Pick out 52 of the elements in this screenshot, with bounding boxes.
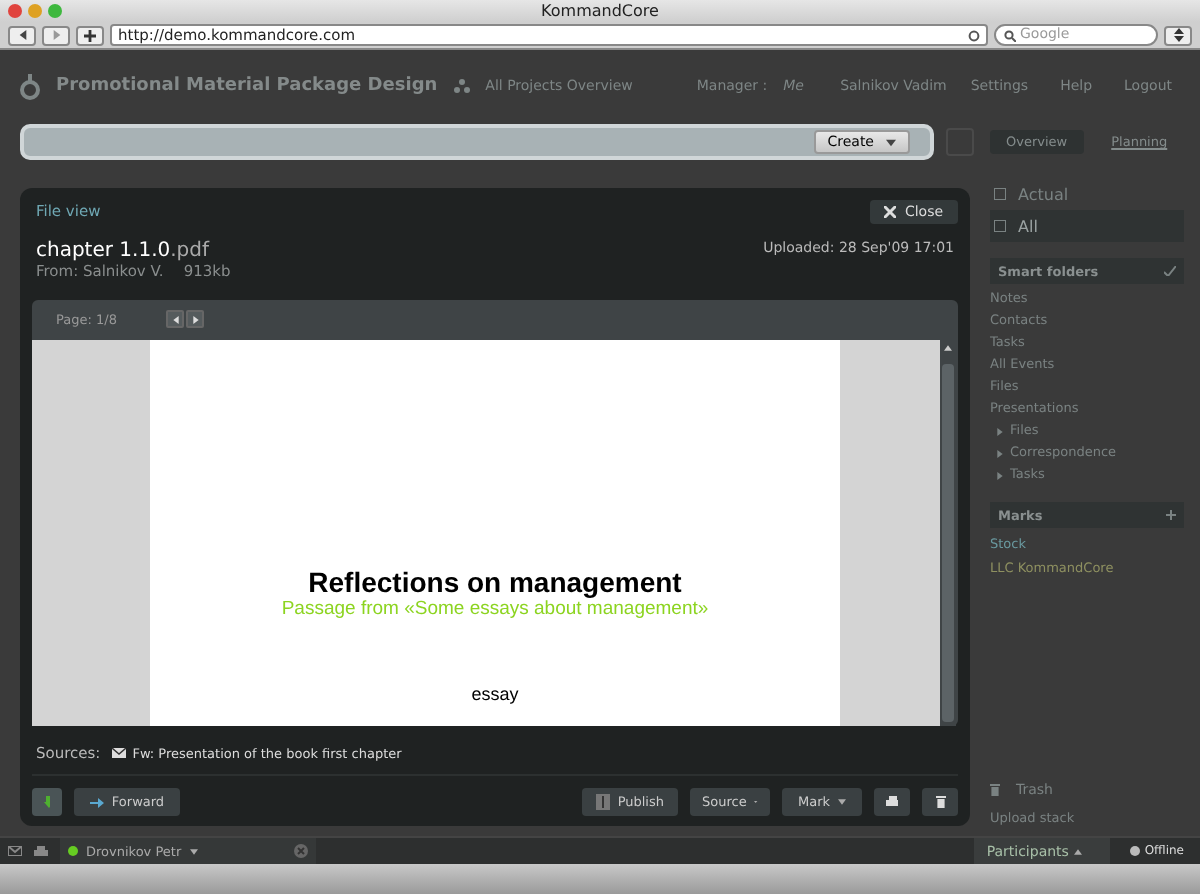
document-subtitle: Passage from «Some essays about management» bbox=[281, 597, 709, 620]
back-button[interactable] bbox=[8, 25, 36, 45]
print-button[interactable] bbox=[874, 788, 910, 816]
right-arrow-icon bbox=[89, 797, 104, 807]
trash-icon bbox=[935, 796, 945, 808]
close-icon[interactable] bbox=[294, 844, 308, 858]
document-text: essay bbox=[471, 683, 519, 704]
bookmarks-button[interactable] bbox=[1164, 25, 1192, 45]
filter-item[interactable]: Actual bbox=[990, 178, 1184, 210]
previous-page-button[interactable] bbox=[166, 310, 185, 329]
trash-icon bbox=[990, 784, 1000, 796]
window-title: KommandCore bbox=[539, 2, 661, 20]
check-icon bbox=[1164, 266, 1176, 276]
delete-button[interactable] bbox=[922, 788, 958, 816]
close-window-icon[interactable] bbox=[8, 4, 22, 18]
plus-icon bbox=[1166, 510, 1176, 520]
caret-icon bbox=[886, 137, 896, 147]
logo-icon bbox=[20, 72, 40, 100]
document-title: Reflections on management bbox=[308, 565, 682, 598]
back-arrow-icon bbox=[17, 30, 27, 40]
expander-icon bbox=[996, 449, 1004, 457]
publish-icon bbox=[595, 794, 610, 810]
envelope-icon[interactable] bbox=[8, 846, 22, 856]
reload-icon bbox=[968, 30, 980, 42]
scroll-up-icon bbox=[944, 343, 952, 352]
add-bookmark-button[interactable] bbox=[76, 25, 104, 45]
nodes-icon bbox=[453, 78, 470, 94]
plus-icon bbox=[84, 29, 96, 41]
close-icon bbox=[884, 205, 897, 218]
project-title: Promotional Material Package Design bbox=[56, 76, 438, 96]
scrollbar[interactable] bbox=[940, 339, 956, 726]
left-arrow-icon bbox=[171, 315, 180, 324]
down-arrow-icon bbox=[44, 796, 50, 808]
download-button[interactable] bbox=[32, 788, 62, 816]
printer-icon bbox=[886, 796, 898, 808]
globe-icon bbox=[1130, 846, 1141, 856]
caret-icon bbox=[1074, 847, 1083, 855]
forward-arrow-icon bbox=[51, 30, 61, 40]
caret-icon bbox=[189, 847, 198, 855]
expander-icon bbox=[996, 427, 1004, 435]
file-name: chapter 1.1.0.pdf bbox=[36, 239, 212, 262]
filter-icon bbox=[994, 220, 1006, 232]
right-arrow-icon bbox=[191, 315, 200, 324]
printer-icon[interactable] bbox=[34, 845, 48, 857]
next-page-button[interactable] bbox=[186, 310, 205, 329]
filter-icon bbox=[994, 188, 1006, 200]
search-icon bbox=[1004, 29, 1016, 41]
filter-item[interactable]: All bbox=[990, 210, 1184, 242]
caret-icon bbox=[838, 798, 847, 806]
envelope-icon bbox=[112, 748, 127, 758]
up-down-icon bbox=[1173, 28, 1183, 42]
expander-icon bbox=[996, 471, 1004, 479]
